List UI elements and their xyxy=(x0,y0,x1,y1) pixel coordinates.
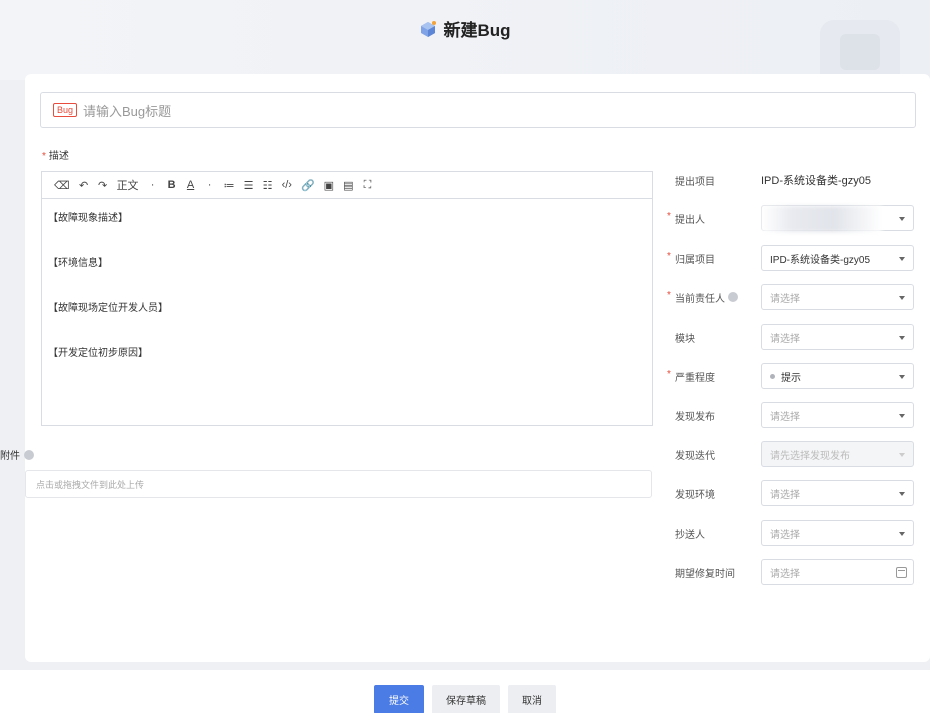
form-row-belong-project: * 归属项目 IPD-系统设备类-gzy05 xyxy=(665,245,914,271)
fullscreen-icon[interactable]: ⛶ xyxy=(362,179,372,192)
cc-select[interactable]: 请选择 xyxy=(761,520,914,546)
eraser-icon[interactable]: ⌫ xyxy=(54,179,70,192)
environment-placeholder: 请选择 xyxy=(770,489,800,501)
chevron-down-icon xyxy=(899,257,905,261)
release-select[interactable]: 请选择 xyxy=(761,402,914,428)
bug-tag: Bug xyxy=(53,103,78,117)
cc-label: 抄送人 xyxy=(675,529,705,541)
save-draft-button[interactable]: 保存草稿 xyxy=(432,685,500,713)
form-row-assignee: * 当前责任人 请选择 xyxy=(665,284,914,310)
editor-line: 【故障现象描述】 xyxy=(48,213,128,224)
editor-line: 【故障现场定位开发人员】 xyxy=(48,303,168,314)
module-select[interactable]: 请选择 xyxy=(761,324,914,350)
task-list-icon[interactable]: ☷ xyxy=(263,179,273,192)
severity-dot-icon xyxy=(770,373,775,379)
proposed-project-value: IPD-系统设备类-gzy05 xyxy=(761,175,872,187)
image-icon[interactable]: ▣ xyxy=(324,179,334,192)
separator: · xyxy=(150,179,155,191)
ordered-list-icon[interactable]: ≔ xyxy=(224,179,235,192)
paragraph-style-select[interactable]: 正文 xyxy=(117,177,139,193)
form-row-iteration: 发现迭代 请先选择发现发布 xyxy=(665,441,914,467)
chevron-down-icon xyxy=(899,414,905,418)
module-placeholder: 请选择 xyxy=(770,333,800,345)
form-row-cc: 抄送人 请选择 xyxy=(665,520,914,546)
bug-title-input[interactable]: Bug 请输入Bug标题 xyxy=(40,92,916,128)
chevron-down-icon xyxy=(899,492,905,496)
link-icon[interactable]: 🔗 xyxy=(301,179,315,192)
description-editor[interactable]: ⌫ ↶ ↷ 正文 · B A · ≔ ☰ ☷ ‹/› 🔗 ▣ ▤ ⛶ 【故障现象… xyxy=(41,171,653,426)
iteration-select: 请先选择发现发布 xyxy=(761,441,914,467)
required-mark: * xyxy=(42,151,46,162)
attachment-upload-area[interactable]: 点击或拖拽文件到此处上传 xyxy=(25,470,652,498)
module-label: 模块 xyxy=(675,333,695,345)
submit-button[interactable]: 提交 xyxy=(374,685,424,713)
belong-project-select[interactable]: IPD-系统设备类-gzy05 xyxy=(761,245,914,271)
chevron-down-icon xyxy=(899,296,905,300)
due-date-picker[interactable]: 请选择 xyxy=(761,559,914,585)
page-title: 新建Bug xyxy=(443,21,511,40)
chevron-down-icon xyxy=(899,532,905,536)
iteration-label: 发现迭代 xyxy=(675,450,715,462)
editor-line: 【开发定位初步原因】 xyxy=(48,348,148,359)
form-row-proposer: * 提出人 xyxy=(665,205,914,232)
bug-cube-icon xyxy=(421,20,437,37)
belong-project-value: IPD-系统设备类-gzy05 xyxy=(770,254,871,266)
chevron-down-icon xyxy=(899,375,905,379)
chevron-down-icon xyxy=(899,217,905,221)
editor-toolbar: ⌫ ↶ ↷ 正文 · B A · ≔ ☰ ☷ ‹/› 🔗 ▣ ▤ ⛶ xyxy=(42,172,652,199)
bug-title-placeholder: 请输入Bug标题 xyxy=(83,103,172,119)
form-card: Bug 请输入Bug标题 * 描述 ⌫ ↶ ↷ 正文 · B A · ≔ ☰ ☷ … xyxy=(25,74,930,662)
iteration-placeholder: 请先选择发现发布 xyxy=(770,450,850,462)
severity-label: * 严重程度 xyxy=(667,368,715,384)
calendar-icon xyxy=(896,567,907,578)
assignee-label: * 当前责任人 xyxy=(665,290,761,305)
form-row-due-date: 期望修复时间 请选择 xyxy=(665,559,914,585)
title-wrap: 新建Bug xyxy=(0,16,930,41)
redo-icon[interactable]: ↷ xyxy=(98,179,108,192)
environment-select[interactable]: 请选择 xyxy=(761,480,914,506)
bold-icon[interactable]: B xyxy=(167,179,177,191)
due-date-placeholder: 请选择 xyxy=(770,568,800,580)
form-row-module: 模块 请选择 xyxy=(665,324,914,350)
help-icon[interactable] xyxy=(24,449,34,460)
undo-icon[interactable]: ↶ xyxy=(79,179,89,192)
belong-project-label: * 归属项目 xyxy=(667,250,715,266)
severity-value: 提示 xyxy=(781,372,801,384)
attachment-label: 附件 xyxy=(0,447,34,462)
code-icon[interactable]: ‹/› xyxy=(282,179,292,191)
page-header: 新建Bug xyxy=(0,0,930,80)
assignee-placeholder: 请选择 xyxy=(770,293,800,305)
editor-line: 【环境信息】 xyxy=(48,258,108,269)
upload-placeholder: 点击或拖拽文件到此处上传 xyxy=(36,479,145,490)
cc-placeholder: 请选择 xyxy=(770,529,800,541)
table-icon[interactable]: ▤ xyxy=(343,179,353,192)
severity-select[interactable]: 提示 xyxy=(761,363,914,389)
assignee-select[interactable]: 请选择 xyxy=(761,284,914,310)
proposer-label: * 提出人 xyxy=(667,210,705,226)
release-placeholder: 请选择 xyxy=(770,411,800,423)
release-label: 发现发布 xyxy=(675,411,715,423)
form-row-proposed-project: 提出项目 IPD-系统设备类-gzy05 xyxy=(665,167,871,193)
form-row-severity: * 严重程度 提示 xyxy=(665,363,914,389)
proposer-select[interactable] xyxy=(761,205,914,232)
editor-body[interactable]: 【故障现象描述】 【环境信息】 【故障现场定位开发人员】 【开发定位初步原因】 xyxy=(42,199,652,399)
unordered-list-icon[interactable]: ☰ xyxy=(244,179,254,192)
help-icon[interactable] xyxy=(727,291,738,302)
chevron-down-icon xyxy=(899,336,905,340)
chevron-down-icon xyxy=(899,453,905,457)
proposed-project-label: 提出项目 xyxy=(675,176,715,188)
form-row-release: 发现发布 请选择 xyxy=(665,402,914,428)
separator: · xyxy=(207,179,212,191)
environment-label: 发现环境 xyxy=(675,489,715,501)
font-color-icon[interactable]: A xyxy=(186,179,196,191)
description-label: * 描述 xyxy=(42,151,69,162)
cancel-button[interactable]: 取消 xyxy=(508,685,556,713)
footer-actions: 提交 保存草稿 取消 xyxy=(0,670,930,713)
form-row-environment: 发现环境 请选择 xyxy=(665,480,914,506)
redacted-value xyxy=(762,206,882,232)
due-date-label: 期望修复时间 xyxy=(675,568,735,580)
